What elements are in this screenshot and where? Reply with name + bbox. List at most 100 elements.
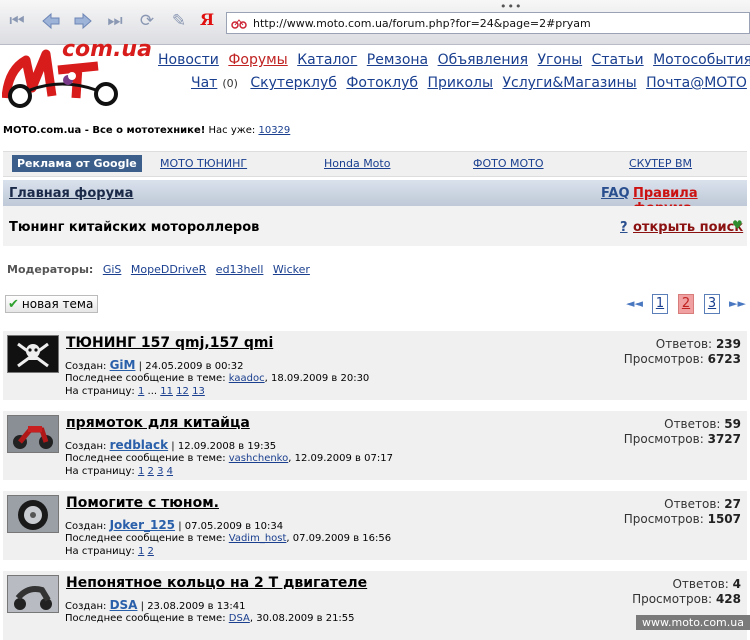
topic-last-post: Последнее сообщение в теме: vashchenko, … <box>65 453 393 464</box>
replies-count: 4 <box>732 577 741 591</box>
views-count: 1507 <box>707 512 741 526</box>
ad-link-photo[interactable]: ФОТО МОТО <box>473 157 544 170</box>
last-user-link[interactable]: Vadim_host <box>229 533 287 544</box>
forward-arrow-icon[interactable] <box>72 10 94 32</box>
author-link[interactable]: Joker_125 <box>110 518 175 532</box>
nav-events[interactable]: Мотособытия <box>653 52 750 68</box>
topic-page-link[interactable]: 1 <box>138 546 144 557</box>
topic-title-link[interactable]: прямоток для китайца <box>66 415 250 431</box>
nav-articles[interactable]: Статьи <box>592 52 644 68</box>
members-count[interactable]: 10329 <box>258 125 290 136</box>
topic-page-link[interactable]: 12 <box>176 386 189 397</box>
address-bar[interactable]: http://www.moto.com.ua/forum.php?for=24&… <box>226 12 750 34</box>
help-link[interactable]: ? <box>620 220 628 235</box>
moderator-link[interactable]: Wicker <box>273 263 310 276</box>
ad-link-honda[interactable]: Honda Moto <box>324 157 390 170</box>
topic-pages: На страницу: 1 2 3 4 <box>65 466 173 477</box>
topic-thumbnail-pirate-flag[interactable] <box>7 335 59 373</box>
nav-chat[interactable]: Чат <box>191 75 217 91</box>
views-label: Просмотров: <box>623 512 704 526</box>
replies-count: 239 <box>715 337 741 351</box>
nav-catalog[interactable]: Каталог <box>297 52 357 68</box>
nav-ads[interactable]: Объявления <box>438 52 528 68</box>
rewind-icon[interactable]: ⏮ <box>6 10 28 32</box>
reload-icon[interactable]: ⟳ <box>136 10 158 32</box>
faq-link[interactable]: FAQ <box>601 186 630 201</box>
topic-thumbnail-red-motorcycle[interactable] <box>7 415 59 453</box>
prev-page-icon[interactable]: ◄◄ <box>626 297 643 310</box>
created-label: Создан: <box>65 601 107 612</box>
topic-thumbnail-wheel[interactable] <box>7 495 59 533</box>
last-post-date: , 30.08.2009 в 21:55 <box>249 613 355 624</box>
new-topic-button[interactable]: ✔ новая тема <box>5 295 99 313</box>
topic-page-link[interactable]: 1 <box>138 466 144 477</box>
open-search-link[interactable]: открыть поиск <box>633 220 743 235</box>
pen-icon[interactable]: ✎ <box>168 10 190 32</box>
last-user-link[interactable]: DSA <box>229 613 250 624</box>
author-link[interactable]: GiM <box>110 358 136 372</box>
author-link[interactable]: DSA <box>110 598 138 612</box>
topic-page-link[interactable]: 11 <box>160 386 173 397</box>
moderator-link[interactable]: MopeDDriveR <box>131 263 206 276</box>
last-post-date: , 07.09.2009 в 16:56 <box>286 533 392 544</box>
topic-stats: Ответов: 4 Просмотров: 428 <box>632 577 741 607</box>
nav-jokes[interactable]: Приколы <box>427 75 493 91</box>
google-ads-bar: Реклама от Google МОТО ТЮНИНГ Honda Moto… <box>3 151 747 177</box>
topic-page-link[interactable]: 2 <box>148 546 154 557</box>
views-label: Просмотров: <box>623 352 704 366</box>
last-post-label: Последнее сообщение в теме: <box>65 453 226 464</box>
author-link[interactable]: redblack <box>110 438 169 452</box>
topic-title-link[interactable]: ТЮНИНГ 157 qmj,157 qmi <box>66 335 273 351</box>
last-user-link[interactable]: kaadoc <box>229 373 265 384</box>
nav-forums[interactable]: Форумы <box>228 52 287 68</box>
nav-thefts[interactable]: Угоны <box>537 52 582 68</box>
ad-link-scooter[interactable]: СКУТЕР ВМ <box>629 157 692 170</box>
back-arrow-icon[interactable] <box>40 10 62 32</box>
nav-repair[interactable]: Ремзона <box>367 52 428 68</box>
topic-stats: Ответов: 59 Просмотров: 3727 <box>624 417 741 447</box>
forum-home-link[interactable]: Главная форума <box>9 186 133 201</box>
last-user-link[interactable]: vashchenko <box>229 453 288 464</box>
nav-scooter-club[interactable]: Скутерклуб <box>250 75 337 91</box>
topic-created: Создан: redblack | 12.09.2008 в 19:35 <box>65 438 276 452</box>
topic-page-link[interactable]: 2 <box>148 466 154 477</box>
ad-link-tuning[interactable]: МОТО ТЮНИНГ <box>160 157 247 170</box>
topic-page-link[interactable]: 3 <box>157 466 163 477</box>
nav-services[interactable]: Услуги&Магазины <box>502 75 636 91</box>
nav-news[interactable]: Новости <box>158 52 219 68</box>
moderator-link[interactable]: ed13hell <box>216 263 264 276</box>
topic-title-link[interactable]: Помогите с тюном. <box>66 495 219 511</box>
topic-page-link[interactable]: 1 <box>138 386 144 397</box>
replies-label: Ответов: <box>655 337 713 351</box>
chat-count: (0) <box>222 77 238 90</box>
moderators-label: Модераторы: <box>7 263 94 276</box>
topic-row: ТЮНИНГ 157 qmj,157 qmi Создан: GiM | 24.… <box>3 331 747 400</box>
page-3-link[interactable]: 3 <box>704 294 720 314</box>
new-topic-label: новая тема <box>21 297 94 311</box>
topic-last-post: Последнее сообщение в теме: DSA, 30.08.2… <box>65 613 355 624</box>
nav-mail[interactable]: Почта@МОТО <box>646 75 747 91</box>
tagline-site: MOTO.com.ua - Все о мототехнике! <box>3 125 206 136</box>
views-label: Просмотров: <box>632 592 713 606</box>
last-post-label: Последнее сообщение в теме: <box>65 613 226 624</box>
watermark: www.moto.com.ua <box>636 615 750 630</box>
topic-thumbnail-scooter[interactable] <box>7 575 59 613</box>
topic-title-link[interactable]: Непонятное кольцо на 2 Т двигателе <box>66 575 367 591</box>
nav-photo-club[interactable]: Фотоклуб <box>346 75 418 91</box>
main-nav-row2: Чат (0) Скутерклуб Фотоклуб Приколы Услуг… <box>191 75 750 91</box>
topic-stats: Ответов: 27 Просмотров: 1507 <box>624 497 741 527</box>
pagination: ◄◄ 1 2 3 ►► <box>626 293 748 315</box>
next-page-icon[interactable]: ►► <box>729 297 746 310</box>
topic-page-link[interactable]: 4 <box>167 466 173 477</box>
yandex-icon[interactable]: Я <box>200 10 214 29</box>
topic-pages: На страницу: 1 ... 11 12 13 <box>65 386 205 397</box>
google-ads-badge[interactable]: Реклама от Google <box>12 155 142 172</box>
url-text[interactable]: http://www.moto.com.ua/forum.php?for=24&… <box>253 17 591 30</box>
page-1-link[interactable]: 1 <box>652 294 668 314</box>
topic-pages: На страницу: 1 2 <box>65 546 154 557</box>
moderator-link[interactable]: GiS <box>103 263 122 276</box>
topic-page-link[interactable]: 13 <box>192 386 205 397</box>
heart-icon: ♥ <box>732 218 743 232</box>
fast-forward-icon[interactable]: ⏭ <box>104 10 126 32</box>
site-logo[interactable]: com.ua <box>1 37 152 108</box>
